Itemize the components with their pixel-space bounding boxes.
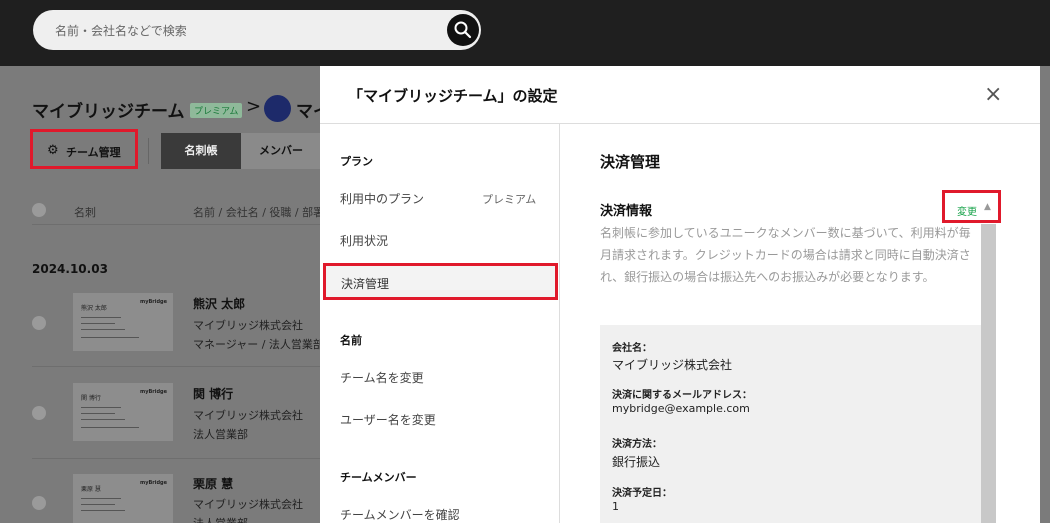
card-text-line bbox=[81, 407, 121, 408]
sidebar-item-payment[interactable]: 決済管理 bbox=[323, 263, 558, 300]
team-management-button[interactable]: ⚙ チーム管理 bbox=[30, 129, 138, 169]
tab-members[interactable]: メンバー bbox=[241, 133, 321, 169]
company-value: マイブリッジ株式会社 bbox=[612, 358, 733, 372]
settings-modal: 「マイブリッジチーム」の設定 × プラン 利用中のプラン プレミアム 利用状況 … bbox=[320, 66, 1040, 523]
sidebar-heading-members: チームメンバー bbox=[340, 471, 417, 484]
divider bbox=[32, 366, 322, 367]
chevron-up-icon: ▲ bbox=[984, 202, 991, 212]
row-checkbox[interactable] bbox=[32, 406, 46, 420]
payment-info-title: 決済情報 bbox=[600, 204, 653, 219]
card-text-line bbox=[81, 498, 121, 499]
payment-description: 名刺帳に参加しているユニークなメンバー数に基づいて、利用料が毎月請求されます。ク… bbox=[600, 226, 971, 284]
card-text-line bbox=[81, 413, 115, 414]
company-label: 会社名： bbox=[612, 343, 652, 354]
card-name: 栗原 慧 bbox=[81, 486, 101, 493]
method-value: 銀行振込 bbox=[612, 455, 661, 469]
sidebar-item-check-members[interactable]: チームメンバーを確認 bbox=[340, 506, 460, 523]
chevron-right-icon: > bbox=[246, 96, 262, 117]
contact-name[interactable]: 熊沢 太郎 bbox=[193, 295, 245, 312]
team-title: マイブリッジチーム bbox=[32, 102, 185, 122]
contact-name[interactable]: 栗原 慧 bbox=[193, 475, 233, 492]
tab-card-book[interactable]: 名刺帳 bbox=[161, 133, 241, 169]
card-text-line bbox=[81, 329, 125, 330]
search-button[interactable] bbox=[447, 14, 479, 46]
current-plan-value: プレミアム bbox=[482, 193, 537, 206]
card-name: 熊沢 太郎 bbox=[81, 305, 107, 312]
divider bbox=[148, 138, 149, 164]
section-title: 決済管理 bbox=[600, 153, 661, 171]
sidebar-heading-name: 名前 bbox=[340, 334, 362, 347]
sidebar-item-usage[interactable]: 利用状況 bbox=[340, 232, 388, 249]
scrollbar[interactable] bbox=[981, 224, 996, 523]
card-text-line bbox=[81, 504, 115, 505]
close-icon[interactable]: × bbox=[984, 82, 1002, 107]
sidebar-item-rename-team[interactable]: チーム名を変更 bbox=[340, 369, 424, 386]
email-label: 決済に関するメールアドレス： bbox=[612, 390, 752, 401]
contact-company: マイブリッジ株式会社 bbox=[193, 498, 303, 511]
card-text-line bbox=[81, 337, 139, 338]
search-input[interactable]: 名前・会社名などで検索 bbox=[55, 22, 187, 39]
search-bar[interactable]: 名前・会社名などで検索 bbox=[33, 10, 481, 50]
divider bbox=[559, 124, 560, 523]
search-icon bbox=[454, 21, 472, 39]
card-text-line bbox=[81, 427, 139, 428]
contact-name[interactable]: 関 博行 bbox=[193, 385, 233, 402]
team-management-label: チーム管理 bbox=[66, 146, 121, 159]
sidebar-item-current-plan[interactable]: 利用中のプラン bbox=[340, 190, 424, 207]
divider bbox=[320, 123, 1040, 124]
payment-details-panel: 会社名： マイブリッジ株式会社 決済に関するメールアドレス： mybridge@… bbox=[600, 325, 981, 523]
gear-icon: ⚙ bbox=[47, 143, 59, 158]
business-card-thumbnail[interactable]: 熊沢 太郎 myBridge bbox=[73, 293, 173, 351]
contact-role: 法人営業部 bbox=[193, 428, 248, 441]
sidebar-heading-plan: プラン bbox=[340, 155, 373, 168]
business-card-thumbnail[interactable]: 関 博行 myBridge bbox=[73, 383, 173, 441]
divider bbox=[32, 224, 322, 225]
card-text-line bbox=[81, 419, 125, 420]
date-label: 決済予定日： bbox=[612, 488, 672, 499]
contact-company: マイブリッジ株式会社 bbox=[193, 319, 303, 332]
column-header-card: 名刺 bbox=[74, 206, 96, 219]
date-heading: 2024.10.03 bbox=[32, 262, 108, 276]
date-value: 1 bbox=[612, 500, 619, 513]
contact-company: マイブリッジ株式会社 bbox=[193, 409, 303, 422]
top-bar: 名前・会社名などで検索 bbox=[0, 0, 1050, 66]
method-label: 決済方法： bbox=[612, 439, 662, 450]
card-brand: myBridge bbox=[139, 389, 167, 395]
row-checkbox[interactable] bbox=[32, 316, 46, 330]
contact-role: 法人営業部 bbox=[193, 515, 248, 523]
change-button[interactable]: 変更 ▲ bbox=[942, 190, 1001, 223]
card-brand: myBridge bbox=[139, 480, 167, 486]
card-text-line bbox=[81, 510, 125, 511]
change-button-label: 変更 bbox=[957, 207, 977, 218]
email-value: mybridge@example.com bbox=[612, 402, 750, 415]
column-header-info: 名前 / 会社名 / 役職 / 部署 bbox=[193, 206, 325, 219]
plan-badge: プレミアム bbox=[190, 103, 243, 118]
sidebar-item-rename-user[interactable]: ユーザー名を変更 bbox=[340, 411, 436, 428]
modal-title: 「マイブリッジチーム」の設定 bbox=[348, 87, 558, 105]
team-icon bbox=[264, 95, 291, 122]
card-text-line bbox=[81, 317, 121, 318]
divider bbox=[32, 458, 322, 459]
select-all-checkbox[interactable] bbox=[32, 203, 46, 217]
card-name: 関 博行 bbox=[81, 395, 101, 402]
row-checkbox[interactable] bbox=[32, 496, 46, 510]
card-brand: myBridge bbox=[139, 299, 167, 305]
business-card-thumbnail[interactable]: 栗原 慧 myBridge bbox=[73, 474, 173, 523]
sidebar-item-label: 決済管理 bbox=[341, 277, 390, 291]
contact-role: マネージャー / 法人営業部 bbox=[193, 338, 324, 351]
card-text-line bbox=[81, 323, 115, 324]
